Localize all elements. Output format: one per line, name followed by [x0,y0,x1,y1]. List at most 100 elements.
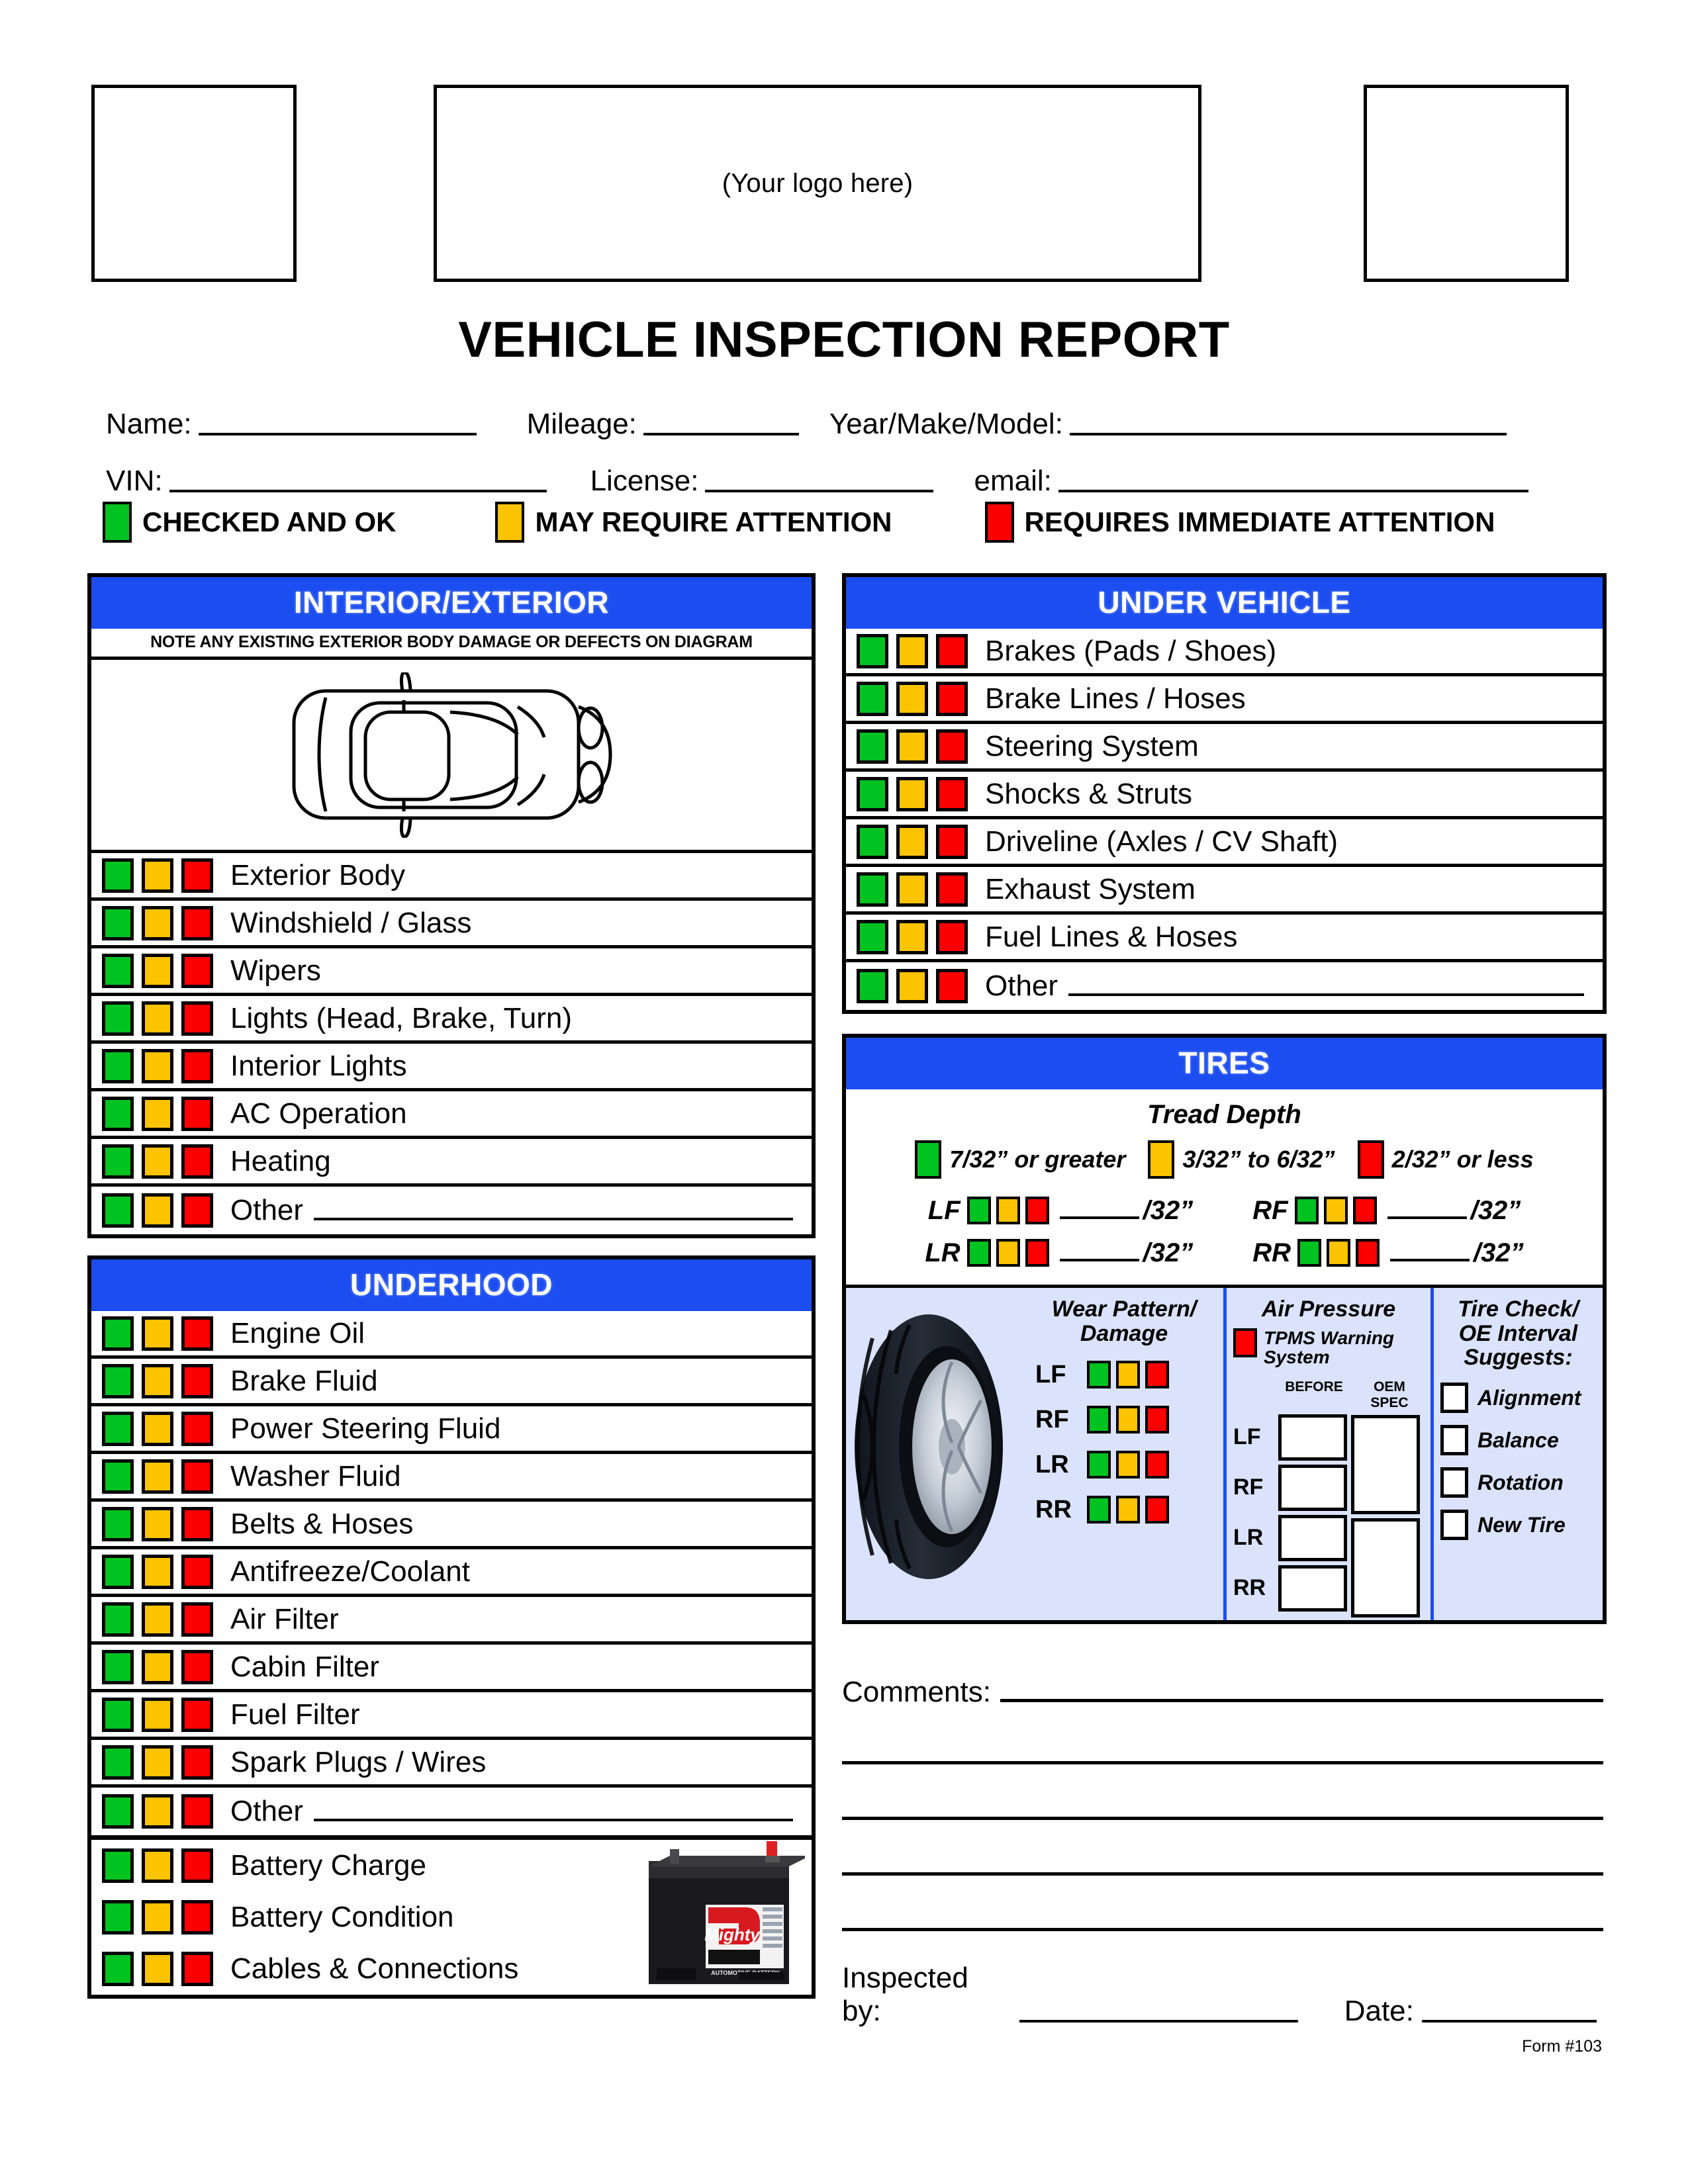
status-green[interactable] [857,969,888,1003]
status-red[interactable] [181,1952,213,1986]
air-oem-rear[interactable] [1351,1518,1420,1617]
tread-rf-yellow[interactable] [1323,1197,1348,1224]
status-green[interactable] [102,1794,134,1829]
status-red[interactable] [181,1745,213,1780]
status-yellow[interactable] [896,969,928,1003]
status-red[interactable] [181,1096,213,1131]
status-green[interactable] [102,1900,134,1934]
status-green[interactable] [102,1952,134,1986]
tread-rr-red[interactable] [1356,1239,1380,1267]
wear-lr-red[interactable] [1145,1451,1169,1479]
status-green[interactable] [102,1459,134,1494]
checkbox-balance[interactable] [1440,1425,1468,1456]
comments-input-4[interactable] [842,1820,1603,1876]
status-red[interactable] [181,1316,213,1351]
wear-row-lr[interactable]: LR [1035,1442,1217,1487]
email-input[interactable] [1058,490,1528,492]
status-green[interactable] [102,1649,134,1684]
status-red[interactable] [181,1649,213,1684]
tread-lf-red[interactable] [1025,1197,1049,1224]
status-green[interactable] [857,729,888,764]
tread-cell-lr[interactable]: LR /32” [925,1238,1193,1268]
status-yellow[interactable] [896,919,928,954]
status-yellow[interactable] [142,858,173,893]
tread-lr-green[interactable] [966,1239,991,1267]
name-input[interactable] [198,433,477,435]
status-red[interactable] [181,1848,213,1883]
tread-cell-rf[interactable]: RF /32” [1252,1196,1521,1226]
table-row[interactable]: Exterior Body [91,853,812,901]
status-yellow[interactable] [896,824,928,859]
wear-lf-green[interactable] [1087,1361,1111,1389]
status-red[interactable] [936,969,968,1003]
status-green[interactable] [102,1193,134,1228]
status-green[interactable] [102,1048,134,1083]
tire-check-balance[interactable]: Balance [1440,1419,1596,1461]
status-yellow[interactable] [142,1363,173,1398]
wear-row-rr[interactable]: RR [1035,1487,1217,1532]
wear-row-lf[interactable]: LF [1035,1352,1217,1397]
tread-rf-red[interactable] [1352,1197,1377,1224]
table-row-other[interactable]: Other [846,962,1603,1010]
table-row[interactable]: Brake Fluid [91,1359,812,1406]
license-input[interactable] [705,490,934,492]
table-row[interactable]: Engine Oil [91,1311,812,1359]
table-row[interactable]: Fuel Lines & Hoses [846,915,1603,962]
status-yellow[interactable] [142,1952,173,1986]
tread-lr-red[interactable] [1025,1239,1049,1267]
table-row[interactable]: Cabin Filter [91,1645,812,1692]
table-row[interactable]: Washer Fluid [91,1454,812,1502]
status-green[interactable] [102,1554,134,1589]
tread-lf-input[interactable] [1059,1216,1139,1219]
status-yellow[interactable] [896,729,928,764]
status-green[interactable] [857,824,888,859]
checkbox-alignment[interactable] [1440,1383,1468,1414]
status-red[interactable] [936,872,968,907]
status-yellow[interactable] [142,1411,173,1446]
table-row[interactable]: Brakes (Pads / Shoes) [846,629,1603,676]
status-green[interactable] [857,872,888,907]
tpms-swatch-red[interactable] [1233,1328,1257,1357]
status-red[interactable] [181,1048,213,1083]
status-yellow[interactable] [142,953,173,988]
checkbox-new-tire[interactable] [1440,1510,1468,1541]
table-row[interactable]: Spark Plugs / Wires [91,1740,812,1788]
comments-input-5[interactable] [842,1876,1603,1931]
tread-cell-lf[interactable]: LF /32” [928,1196,1193,1226]
year-make-model-input[interactable] [1069,433,1507,435]
mileage-input[interactable] [643,433,799,435]
table-row-other[interactable]: Other [91,1187,812,1234]
table-row[interactable]: AC Operation [91,1091,812,1139]
status-yellow[interactable] [142,1459,173,1494]
tire-check-new-tire[interactable]: New Tire [1440,1504,1596,1546]
tire-check-rotation[interactable]: Rotation [1440,1461,1596,1504]
wear-row-rf[interactable]: RF [1035,1397,1217,1442]
other-input[interactable] [1068,993,1584,996]
status-green[interactable] [857,681,888,716]
table-row[interactable]: Air Filter [91,1597,812,1645]
comments-input-3[interactable] [842,1764,1603,1820]
table-row[interactable]: Shocks & Struts [846,772,1603,819]
status-green[interactable] [102,1144,134,1179]
wear-lf-red[interactable] [1145,1361,1169,1389]
status-green[interactable] [102,1411,134,1446]
tread-lf-green[interactable] [966,1197,991,1224]
status-green[interactable] [102,858,134,893]
status-red[interactable] [181,1794,213,1829]
status-red[interactable] [181,1363,213,1398]
status-yellow[interactable] [142,905,173,940]
status-red[interactable] [936,919,968,954]
status-green[interactable] [857,776,888,811]
status-red[interactable] [181,858,213,893]
status-green[interactable] [102,953,134,988]
table-row[interactable]: Brake Lines / Hoses [846,676,1603,724]
wear-lr-yellow[interactable] [1116,1451,1140,1479]
status-red[interactable] [936,729,968,764]
table-row[interactable]: Fuel Filter [91,1692,812,1740]
status-red[interactable] [181,953,213,988]
status-red[interactable] [936,824,968,859]
wear-lf-yellow[interactable] [1116,1361,1140,1389]
status-yellow[interactable] [142,1848,173,1883]
status-red[interactable] [181,905,213,940]
status-yellow[interactable] [896,681,928,716]
